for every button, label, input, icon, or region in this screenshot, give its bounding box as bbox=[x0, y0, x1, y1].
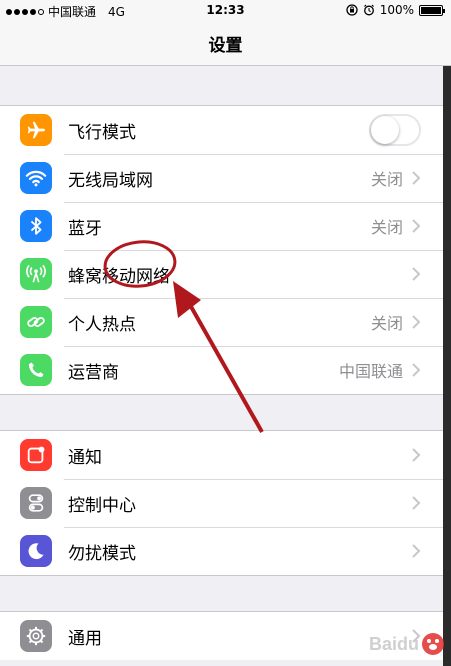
setting-label: 运营商 bbox=[68, 362, 119, 383]
setting-label: 通知 bbox=[68, 447, 102, 468]
settings-group-system: 通知 控制中心 勿扰模式 bbox=[0, 430, 443, 576]
moon-icon bbox=[20, 535, 52, 567]
setting-value: 关闭 bbox=[370, 218, 403, 237]
status-right: 100% bbox=[346, 3, 445, 17]
setting-label: 蜂窝移动网络 bbox=[68, 266, 170, 287]
chevron-right-icon bbox=[412, 363, 421, 377]
baidu-paw-icon bbox=[422, 633, 444, 655]
setting-row-airplane[interactable]: 飞行模式 bbox=[0, 106, 443, 154]
chevron-right-icon bbox=[412, 544, 421, 558]
cellular-icon bbox=[20, 258, 52, 290]
battery-icon bbox=[419, 4, 445, 16]
setting-value: 关闭 bbox=[370, 170, 403, 189]
setting-row-wifi[interactable]: 无线局域网 关闭 bbox=[0, 154, 443, 202]
setting-row-do-not-disturb[interactable]: 勿扰模式 bbox=[0, 527, 443, 575]
watermark-text: Baidu bbox=[368, 633, 419, 654]
setting-label: 飞行模式 bbox=[68, 122, 136, 143]
phone-icon bbox=[20, 354, 52, 386]
chevron-right-icon bbox=[412, 315, 421, 329]
settings-group-connectivity: 飞行模式 无线局域网 关闭 蓝牙 关闭 蜂窝移动网络 个人热点 关闭 运营商 中… bbox=[0, 105, 443, 395]
setting-value: 关闭 bbox=[370, 314, 403, 333]
setting-value: 中国联通 bbox=[338, 362, 403, 381]
notification-icon bbox=[20, 439, 52, 471]
setting-row-bluetooth[interactable]: 蓝牙 关闭 bbox=[0, 202, 443, 250]
navigation-bar: 设置 bbox=[0, 22, 451, 66]
setting-row-hotspot[interactable]: 个人热点 关闭 bbox=[0, 298, 443, 346]
chevron-right-icon bbox=[412, 496, 421, 510]
hotspot-icon bbox=[20, 306, 52, 338]
alarm-icon bbox=[363, 4, 374, 16]
setting-row-notifications[interactable]: 通知 bbox=[0, 431, 443, 479]
setting-label: 蓝牙 bbox=[68, 218, 102, 239]
airplane-icon bbox=[20, 114, 52, 146]
setting-label: 控制中心 bbox=[68, 495, 136, 516]
gear-icon bbox=[20, 620, 52, 652]
setting-label: 勿扰模式 bbox=[68, 543, 136, 564]
setting-label: 通用 bbox=[68, 628, 102, 649]
setting-label: 个人热点 bbox=[68, 314, 136, 335]
screenshot-edge bbox=[443, 66, 451, 666]
chevron-right-icon bbox=[412, 171, 421, 185]
setting-row-control-center[interactable]: 控制中心 bbox=[0, 479, 443, 527]
wifi-icon bbox=[20, 162, 52, 194]
baidu-watermark: Baidu bbox=[369, 632, 445, 656]
status-bar: 中国联通 4G 12:33 100% bbox=[0, 0, 451, 22]
chevron-right-icon bbox=[412, 448, 421, 462]
bluetooth-icon bbox=[20, 210, 52, 242]
airplane-mode-toggle[interactable] bbox=[369, 114, 421, 146]
page-title: 设置 bbox=[208, 36, 243, 56]
battery-percent: 100% bbox=[379, 3, 414, 17]
orientation-lock-icon bbox=[346, 4, 358, 16]
chevron-right-icon bbox=[412, 267, 421, 281]
chevron-right-icon bbox=[412, 219, 421, 233]
setting-label: 无线局域网 bbox=[68, 170, 153, 191]
setting-row-cellular[interactable]: 蜂窝移动网络 bbox=[0, 250, 443, 298]
setting-row-carrier[interactable]: 运营商 中国联通 bbox=[0, 346, 443, 394]
control-center-icon bbox=[20, 487, 52, 519]
